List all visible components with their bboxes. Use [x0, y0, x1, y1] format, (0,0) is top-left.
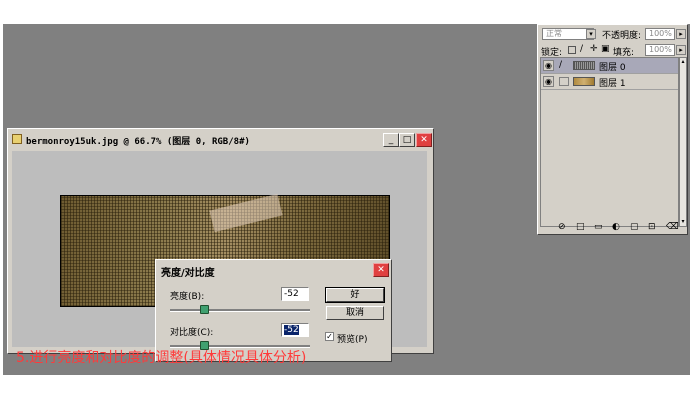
image-highlight — [209, 193, 283, 233]
brightness-slider-track[interactable] — [170, 309, 310, 312]
scroll-up-icon[interactable]: ▴ — [680, 58, 686, 66]
layers-panel: 正常 ▾ 不透明度: 100% ▸ 锁定: ∕ ✛ ▣ 填充: 100% ▸ ◉… — [537, 24, 688, 235]
mask-icon[interactable]: ▭ — [594, 222, 603, 232]
document-icon — [12, 134, 22, 144]
layer-thumbnail — [573, 61, 595, 70]
brush-icon[interactable]: ∕ — [580, 44, 583, 54]
new-layer-icon[interactable]: ⊡ — [648, 222, 656, 232]
close-button[interactable]: ✕ — [416, 133, 432, 147]
fill-value: 100% — [649, 45, 672, 54]
minimize-button[interactable]: _ — [383, 133, 399, 147]
ok-button[interactable]: 好 — [325, 287, 385, 303]
lock-icon[interactable]: ▣ — [601, 44, 610, 54]
brush-icon: ∕ — [559, 60, 563, 70]
dialog-title: 亮度/对比度 — [161, 268, 215, 279]
cancel-button[interactable]: 取消 — [326, 306, 384, 320]
dialog-titlebar[interactable]: 亮度/对比度 ✕ — [157, 261, 390, 279]
preview-label[interactable]: 预览(P) — [337, 332, 367, 345]
brightness-input[interactable]: -52 — [281, 287, 309, 301]
chevron-down-icon[interactable]: ▾ — [586, 29, 596, 39]
blend-mode-value: 正常 — [546, 29, 562, 38]
opacity-value: 100% — [649, 29, 672, 38]
brightness-value: -52 — [284, 289, 299, 299]
link-slot[interactable] — [559, 77, 569, 86]
preview-checkbox[interactable]: ✓ — [325, 332, 334, 341]
eye-icon[interactable]: ◉ — [543, 60, 554, 71]
opacity-input[interactable]: 100% — [645, 28, 675, 40]
fill-input[interactable]: 100% — [645, 44, 675, 56]
maximize-button[interactable]: □ — [399, 133, 415, 147]
folder-icon[interactable]: ▢ — [630, 222, 639, 232]
ok-label: 好 — [350, 290, 360, 300]
chevron-right-icon[interactable]: ▸ — [676, 29, 686, 39]
contrast-label: 对比度(C): — [170, 328, 214, 338]
contrast-input[interactable]: -52 — [281, 323, 309, 337]
eye-icon[interactable]: ◉ — [543, 76, 554, 87]
lock-transparent-icon[interactable] — [568, 46, 576, 54]
adjustment-icon[interactable]: ◐ — [612, 222, 620, 232]
fx-icon[interactable]: □ — [576, 222, 585, 232]
trash-icon[interactable]: ⌫ — [666, 222, 679, 232]
layer-name[interactable]: 图层 0 — [599, 60, 626, 73]
tutorial-caption: 5.进行亮度和对比度的调整(具体情况具体分析) — [16, 350, 307, 366]
document-titlebar[interactable]: bermonroy15uk.jpg @ 66.7% (图层 0, RGB/8#)… — [9, 130, 432, 150]
document-title: bermonroy15uk.jpg @ 66.7% (图层 0, RGB/8#) — [26, 137, 250, 147]
layer-row-1[interactable]: ◉ 图层 1 — [541, 74, 678, 90]
brightness-label: 亮度(B): — [170, 292, 205, 302]
layers-footer: ⊘ □ ▭ ◐ ▢ ⊡ ⌫ — [558, 222, 679, 232]
move-icon[interactable]: ✛ — [590, 44, 598, 54]
contrast-value: -52 — [284, 325, 299, 335]
layer-list: ◉ ∕ 图层 0 ◉ 图层 1 — [540, 57, 679, 227]
layers-scrollbar[interactable]: ▴ ▾ — [679, 57, 687, 227]
scroll-down-icon[interactable]: ▾ — [680, 218, 686, 226]
brightness-slider-handle[interactable] — [200, 305, 209, 314]
cancel-label: 取消 — [345, 308, 364, 318]
layer-thumbnail — [573, 77, 595, 86]
close-button[interactable]: ✕ — [373, 263, 389, 277]
layer-row-0[interactable]: ◉ ∕ 图层 0 — [541, 58, 678, 74]
chevron-right-icon[interactable]: ▸ — [676, 45, 686, 55]
link-icon[interactable]: ⊘ — [558, 222, 566, 232]
layer-name[interactable]: 图层 1 — [599, 76, 626, 89]
opacity-label: 不透明度: — [602, 31, 642, 41]
